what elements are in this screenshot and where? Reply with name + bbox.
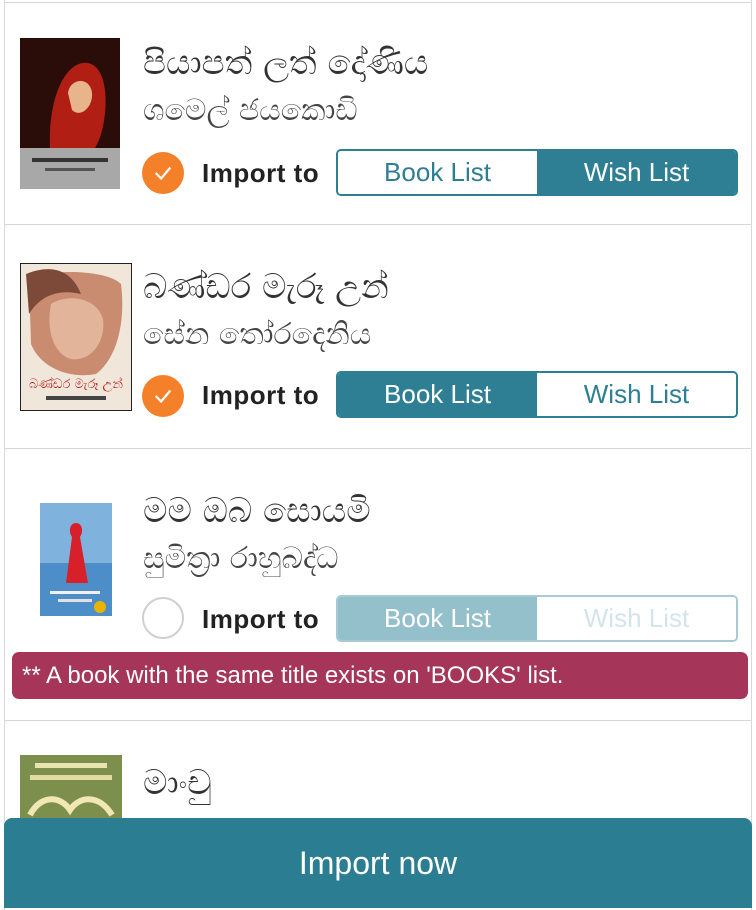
import-now-button[interactable]: Import now — [4, 818, 752, 908]
list-segmented-control: Book List Wish List — [336, 371, 738, 418]
book-row: බණ්ඩර මැරූ උන් බණ්ඩර මැරූ උන් සේන තෝරදෙන… — [5, 224, 751, 449]
book-row: මාංචු — [5, 720, 751, 819]
select-checkbox[interactable] — [142, 375, 184, 417]
book-author: සුමිත්‍රා රාහුබද්ධ — [143, 541, 339, 576]
import-to-label: Import to — [202, 380, 320, 410]
book-author: ශමෙල් ජයකොඩි — [143, 93, 358, 128]
checkmark-icon — [154, 166, 172, 181]
book-title: බණ්ඩර මැරූ උන් — [143, 267, 389, 307]
book-row: මම ඔබ සොයමි සුමිත්‍රා රාහුබද්ධ Import to… — [5, 448, 751, 721]
book-cover-image[interactable]: බණ්ඩර මැරූ උන් — [20, 263, 132, 411]
book-list-option[interactable]: Book List — [338, 597, 537, 640]
book-cover-image[interactable] — [40, 503, 112, 616]
select-checkbox[interactable] — [142, 597, 184, 639]
book-cover-image[interactable] — [20, 755, 122, 819]
book-title: මම ඔබ සොයමි — [143, 491, 371, 531]
wish-list-option[interactable]: Wish List — [537, 373, 736, 416]
book-list-option[interactable]: Book List — [338, 151, 537, 194]
duplicate-title-warning: ** A book with the same title exists on … — [12, 652, 748, 699]
book-list-option[interactable]: Book List — [338, 373, 537, 416]
select-checkbox[interactable] — [142, 152, 184, 194]
list-segmented-control: Book List Wish List — [336, 149, 738, 196]
import-to-label: Import to — [202, 158, 320, 188]
import-to-label: Import to — [202, 604, 320, 634]
frame-border-right — [751, 0, 752, 910]
book-cover-image[interactable] — [20, 38, 120, 189]
svg-text:බණ්ඩර මැරූ උන්: බණ්ඩර මැරූ උන් — [29, 376, 123, 392]
book-cover-green-icon — [20, 755, 122, 819]
book-cover-blue-figure-icon — [40, 503, 112, 616]
wish-list-option[interactable]: Wish List — [537, 597, 736, 640]
book-title: මාංචු — [143, 763, 212, 803]
wish-list-option[interactable]: Wish List — [537, 151, 736, 194]
book-author: සේන තෝරදෙනිය — [143, 317, 372, 352]
book-title: පියාපත් ලත් දෝණිය — [143, 43, 429, 83]
book-row: පියාපත් ලත් දෝණිය ශමෙල් ජයකොඩි Import to… — [5, 2, 751, 225]
book-cover-red-figure-icon — [20, 38, 120, 189]
checkmark-icon — [154, 389, 172, 404]
list-segmented-control: Book List Wish List — [336, 595, 738, 642]
book-cover-woman-face-icon: බණ්ඩර මැරූ උන් — [21, 264, 131, 410]
